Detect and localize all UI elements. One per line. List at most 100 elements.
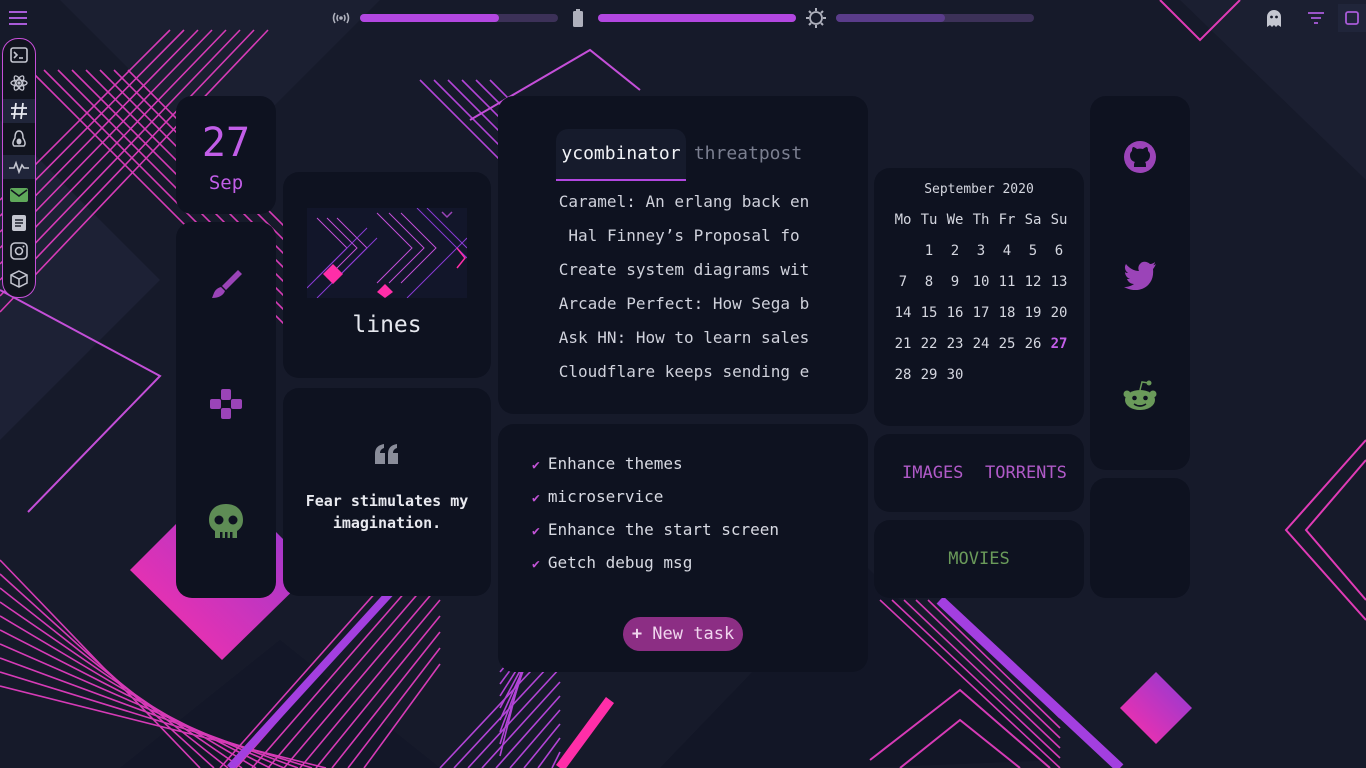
tab-threatpost[interactable]: threatpost — [686, 129, 810, 179]
date-widget: 27 Sep — [176, 96, 276, 214]
hashtag-icon[interactable] — [3, 99, 35, 123]
calendar-weekday: Sa — [1024, 212, 1042, 228]
reddit-icon[interactable] — [1123, 380, 1157, 416]
theme-widget: lines — [283, 172, 491, 378]
app-dock — [2, 38, 36, 298]
calendar-day[interactable]: 13 — [1046, 274, 1072, 290]
square-icon[interactable] — [1338, 4, 1366, 32]
news-item[interactable]: Ask HN: How to learn sales — [556, 328, 812, 347]
calendar-day[interactable]: 6 — [1046, 243, 1072, 259]
date-month: Sep — [208, 172, 244, 194]
movies-link[interactable]: MOVIES — [874, 549, 1084, 569]
linux-icon[interactable] — [9, 129, 29, 149]
brush-icon[interactable] — [208, 266, 244, 306]
calendar-day[interactable]: 16 — [942, 305, 968, 321]
atom-icon[interactable] — [9, 73, 29, 93]
calendar-day[interactable]: 8 — [916, 274, 942, 290]
calendar-day[interactable]: 17 — [968, 305, 994, 321]
news-item[interactable]: Arcade Perfect: How Sega b — [556, 294, 812, 313]
calendar-day[interactable]: 18 — [994, 305, 1020, 321]
todo-item-label: Getch debug msg — [547, 553, 693, 572]
filter-icon[interactable] — [1306, 8, 1326, 28]
calendar-weekday: Tu — [920, 212, 938, 228]
wifi-level-fill — [360, 14, 499, 22]
calendar-day[interactable]: 5 — [1020, 243, 1046, 259]
empty-widget — [1090, 478, 1190, 598]
calendar-day[interactable]: 22 — [916, 336, 942, 352]
github-icon[interactable] — [1123, 140, 1157, 178]
calendar-today[interactable]: 27 — [1046, 336, 1072, 352]
calendar-day[interactable]: 12 — [1020, 274, 1046, 290]
calendar-day[interactable]: 25 — [994, 336, 1020, 352]
todo-item[interactable]: ✔ Enhance the start screen — [532, 520, 779, 539]
images-link[interactable]: IMAGES — [902, 463, 963, 483]
skull-icon[interactable] — [206, 502, 246, 546]
todo-item-label: microservice — [547, 487, 664, 506]
app-launcher — [176, 222, 276, 598]
calendar-day[interactable]: 14 — [890, 305, 916, 321]
brightness-level-fill — [836, 14, 945, 22]
battery-level-fill — [598, 14, 796, 22]
quote-text: Fear stimulates my imagination. — [305, 492, 469, 532]
calendar-day[interactable]: 28 — [890, 367, 916, 383]
date-day: 27 — [201, 120, 251, 166]
quote-widget: Fear stimulates my imagination. — [283, 388, 491, 596]
social-widget — [1090, 96, 1190, 470]
calendar-day[interactable]: 4 — [994, 243, 1020, 259]
tab-ycombinator[interactable]: ycombinator — [556, 129, 686, 181]
check-icon: ✔ — [532, 491, 540, 506]
quote-icon — [375, 444, 399, 468]
news-item[interactable]: Caramel: An erlang back en — [556, 192, 812, 211]
todo-item-label: Enhance themes — [547, 454, 683, 473]
calendar-day[interactable]: 7 — [890, 274, 916, 290]
chevron-down-icon[interactable] — [441, 204, 453, 223]
calendar-day[interactable]: 9 — [942, 274, 968, 290]
check-icon: ✔ — [532, 557, 540, 572]
check-icon: ✔ — [532, 524, 540, 539]
todo-item[interactable]: ✔ Getch debug msg — [532, 553, 692, 572]
hamburger-icon[interactable] — [8, 8, 28, 28]
new-task-button[interactable]: + New task — [623, 617, 743, 651]
calendar-day[interactable]: 29 — [916, 367, 942, 383]
news-item[interactable]: Hal Finney’s Proposal fo — [556, 226, 812, 245]
pulse-icon[interactable] — [3, 155, 35, 179]
calendar-day[interactable]: 30 — [942, 367, 968, 383]
terminal-icon[interactable] — [9, 45, 29, 65]
movies-widget: MOVIES — [874, 520, 1084, 598]
calendar-day[interactable]: 1 — [916, 243, 942, 259]
cube-icon[interactable] — [9, 269, 29, 289]
calendar-day[interactable]: 19 — [1020, 305, 1046, 321]
calendar-day[interactable]: 23 — [942, 336, 968, 352]
gamepad-icon[interactable] — [208, 386, 244, 426]
instagram-icon[interactable] — [9, 241, 29, 261]
news-item[interactable]: Create system diagrams wit — [556, 260, 812, 279]
calendar-weekday: Su — [1050, 212, 1068, 228]
torrents-link[interactable]: TORRENTS — [985, 463, 1067, 483]
wifi-level-bar[interactable] — [360, 14, 558, 22]
top-bar — [0, 0, 1366, 36]
brightness-level-bar[interactable] — [836, 14, 1034, 22]
calendar-day[interactable]: 26 — [1020, 336, 1046, 352]
calendar-weekday: We — [946, 212, 964, 228]
brightness-icon[interactable] — [806, 8, 826, 28]
calendar-weekday: Fr — [998, 212, 1016, 228]
todo-widget: ✔ Enhance themes ✔ microservice ✔ Enhance t… — [498, 424, 868, 672]
mail-icon[interactable] — [9, 185, 29, 205]
battery-level-bar — [598, 14, 796, 22]
calendar-day[interactable]: 3 — [968, 243, 994, 259]
document-icon[interactable] — [9, 213, 29, 233]
twitter-icon[interactable] — [1123, 260, 1157, 294]
calendar-day[interactable]: 21 — [890, 336, 916, 352]
todo-item[interactable]: ✔ Enhance themes — [532, 454, 683, 473]
calendar-day[interactable]: 2 — [942, 243, 968, 259]
ghost-icon[interactable] — [1264, 8, 1284, 28]
todo-item[interactable]: ✔ microservice — [532, 487, 663, 506]
calendar-day[interactable]: 11 — [994, 274, 1020, 290]
calendar-day[interactable]: 20 — [1046, 305, 1072, 321]
calendar-day[interactable]: 24 — [968, 336, 994, 352]
calendar-day[interactable]: 10 — [968, 274, 994, 290]
calendar-day[interactable]: 15 — [916, 305, 942, 321]
wifi-icon[interactable] — [331, 8, 351, 28]
news-item[interactable]: Cloudflare keeps sending e — [556, 362, 812, 381]
links-widget: IMAGES TORRENTS — [874, 434, 1084, 512]
